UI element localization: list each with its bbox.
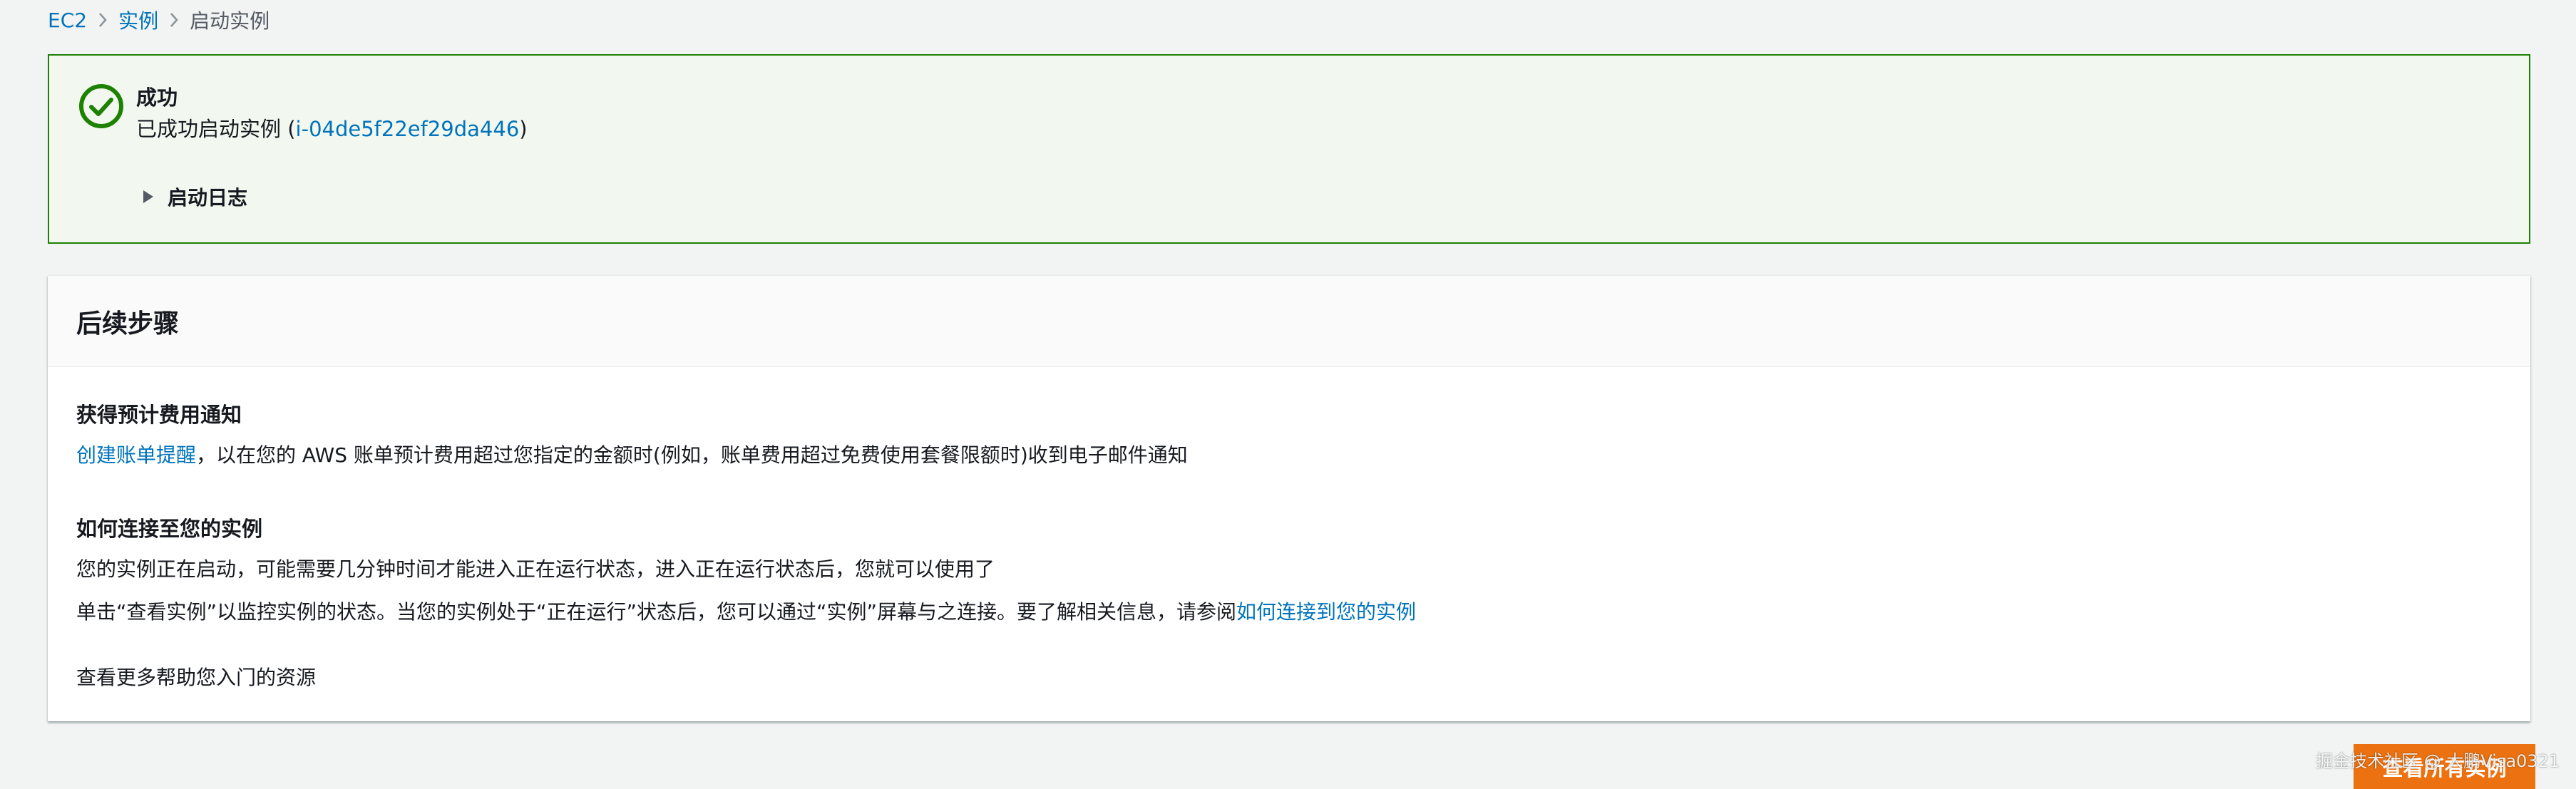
more-resources-link[interactable]: 查看更多帮助您入门的资源 — [76, 662, 316, 691]
create-billing-alert-link[interactable]: 创建账单提醒 — [76, 443, 196, 467]
breadcrumb-instances[interactable]: 实例 — [118, 6, 158, 34]
how-to-connect-link[interactable]: 如何连接到您的实例 — [1236, 600, 1416, 624]
flash-title: 成功 — [136, 86, 178, 110]
billing-text: 创建账单提醒，以在您的 AWS 账单预计费用超过您指定的金额时(例如，账单费用超… — [76, 440, 1188, 468]
connect-line-2: 单击“查看实例”以监控实例的状态。当您的实例处于“正在运行”状态后，您可以通过“… — [76, 597, 1416, 625]
flash-message-prefix: 已成功启动实例 ( — [136, 117, 296, 141]
chevron-right-icon — [158, 11, 190, 29]
chevron-right-icon — [87, 11, 118, 29]
connect-section-title: 如何连接至您的实例 — [76, 517, 263, 541]
view-all-instances-button[interactable]: 查看所有实例 — [2354, 744, 2535, 789]
panel-header: 后续步骤 — [48, 276, 2530, 367]
flash-message: 已成功启动实例 (i-04de5f22ef29da446) — [136, 113, 528, 143]
instance-id-link[interactable]: i-04de5f22ef29da446 — [296, 117, 520, 141]
launch-log-label: 启动日志 — [168, 186, 248, 210]
success-flash: 成功 已成功启动实例 (i-04de5f22ef29da446) 启动日志 — [48, 54, 2530, 244]
connect-line-1: 您的实例正在启动，可能需要几分钟时间才能进入正在运行状态，进入正在运行状态后，您… — [76, 557, 995, 581]
caret-right-icon — [143, 190, 153, 203]
panel-title: 后续步骤 — [76, 309, 180, 339]
breadcrumb-current: 启动实例 — [190, 9, 270, 33]
breadcrumb: EC2 实例 启动实例 — [48, 4, 270, 36]
check-circle-icon — [78, 83, 125, 130]
next-steps-panel: 后续步骤 获得预计费用通知 创建账单提醒，以在您的 AWS 账单预计费用超过您指… — [48, 275, 2530, 721]
flash-message-suffix: ) — [519, 117, 528, 141]
connect-line-2-text: 单击“查看实例”以监控实例的状态。当您的实例处于“正在运行”状态后，您可以通过“… — [76, 600, 1237, 624]
billing-description: ，以在您的 AWS 账单预计费用超过您指定的金额时(例如，账单费用超过免费使用套… — [196, 443, 1188, 467]
billing-section-title: 获得预计费用通知 — [76, 403, 242, 427]
launch-log-toggle[interactable]: 启动日志 — [143, 182, 247, 211]
breadcrumb-ec2[interactable]: EC2 — [48, 9, 87, 32]
